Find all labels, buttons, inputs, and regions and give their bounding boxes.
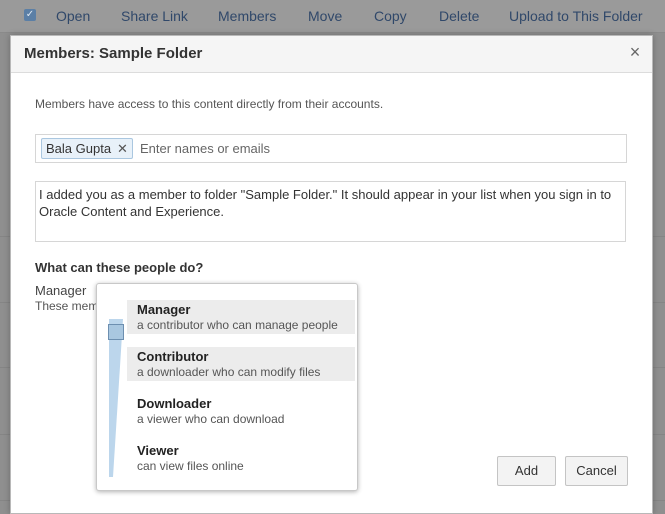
- message-textarea[interactable]: I added you as a member to folder "Sampl…: [35, 181, 626, 242]
- cancel-button[interactable]: Cancel: [565, 456, 628, 486]
- role-slider-track[interactable]: [109, 319, 123, 477]
- role-option-downloader[interactable]: Downloader a viewer who can download: [127, 394, 355, 428]
- members-field[interactable]: Bala Gupta ✕: [35, 134, 627, 163]
- role-slider-thumb[interactable]: [108, 324, 124, 340]
- toolbar-share-link[interactable]: Share Link: [121, 8, 188, 24]
- background-toolbar: ✓ Open Share Link Members Move Copy Dele…: [0, 0, 665, 33]
- toolbar-move[interactable]: Move: [308, 8, 342, 24]
- toolbar-upload[interactable]: Upload to This Folder: [509, 8, 643, 24]
- role-option-viewer[interactable]: Viewer can view files online: [127, 441, 355, 475]
- role-option-contributor[interactable]: Contributor a downloader who can modify …: [127, 347, 355, 381]
- role-option-manager[interactable]: Manager a contributor who can manage peo…: [127, 300, 355, 334]
- role-option-title: Manager: [137, 302, 191, 317]
- role-option-title: Contributor: [137, 349, 209, 364]
- toolbar-members[interactable]: Members: [218, 8, 276, 24]
- members-input[interactable]: [140, 139, 610, 157]
- role-slider-popup: Manager a contributor who can manage peo…: [96, 283, 358, 491]
- remove-chip-icon[interactable]: ✕: [117, 141, 128, 156]
- permissions-heading: What can these people do?: [35, 260, 204, 275]
- toolbar-copy[interactable]: Copy: [374, 8, 407, 24]
- dialog-header: Members: Sample Folder ×: [11, 36, 652, 73]
- selected-role-label: Manager: [35, 283, 87, 298]
- role-help-text: These mem: [35, 299, 99, 313]
- role-option-subtitle: can view files online: [137, 459, 244, 473]
- slider-track-shape: [109, 319, 123, 477]
- member-chip: Bala Gupta ✕: [41, 138, 133, 159]
- role-option-subtitle: a downloader who can modify files: [137, 365, 321, 379]
- toolbar-open[interactable]: Open: [56, 8, 90, 24]
- dialog-title: Members: Sample Folder: [24, 45, 203, 62]
- member-chip-label: Bala Gupta: [46, 141, 112, 156]
- role-option-title: Downloader: [137, 396, 212, 411]
- toolbar-delete[interactable]: Delete: [439, 8, 479, 24]
- checkbox-checked-icon: ✓: [24, 9, 36, 21]
- close-icon[interactable]: ×: [626, 42, 644, 62]
- role-option-title: Viewer: [137, 443, 179, 458]
- add-button[interactable]: Add: [497, 456, 556, 486]
- role-option-subtitle: a contributor who can manage people: [137, 318, 338, 332]
- dialog-description: Members have access to this content dire…: [35, 97, 384, 111]
- role-option-subtitle: a viewer who can download: [137, 412, 285, 426]
